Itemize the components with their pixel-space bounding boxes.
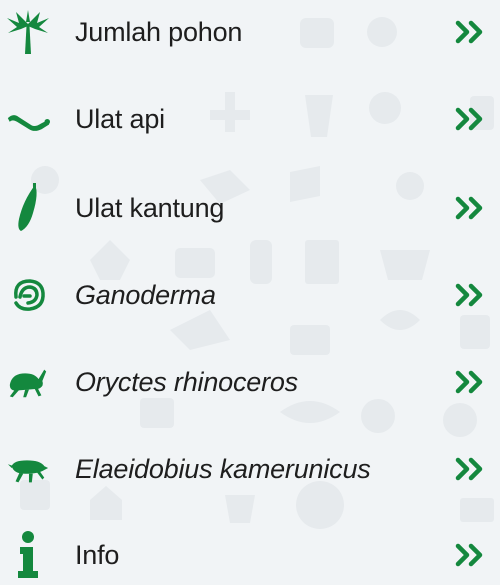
double-chevron-right-icon [454, 368, 486, 396]
weevil-icon [6, 444, 50, 494]
menu-item-label: Ulat kantung [75, 193, 225, 223]
menu-item-oryctes-rhinoceros[interactable]: Oryctes rhinoceros [0, 352, 500, 412]
double-chevron-right-icon [454, 281, 486, 309]
menu-item-label: Ganoderma [75, 280, 216, 310]
info-icon [6, 530, 50, 580]
main-menu: Jumlah pohon Ulat api Ulat kantung Ganod… [0, 0, 500, 578]
menu-item-ganoderma[interactable]: Ganoderma [0, 265, 500, 325]
menu-item-label: Oryctes rhinoceros [75, 367, 298, 397]
rhinoceros-beetle-icon [6, 357, 50, 407]
bagworm-icon [6, 183, 50, 233]
menu-item-label: Info [75, 540, 120, 570]
menu-item-ulat-api[interactable]: Ulat api [0, 89, 500, 149]
fungus-icon [6, 270, 50, 320]
caterpillar-icon [6, 94, 50, 144]
menu-item-label: Ulat api [75, 104, 165, 134]
menu-item-jumlah-pohon[interactable]: Jumlah pohon [0, 2, 500, 62]
menu-item-ulat-kantung[interactable]: Ulat kantung [0, 178, 500, 238]
double-chevron-right-icon [454, 455, 486, 483]
double-chevron-right-icon [454, 194, 486, 222]
palm-tree-icon [6, 7, 50, 57]
menu-item-label: Elaeidobius kamerunicus [75, 454, 371, 484]
double-chevron-right-icon [454, 541, 486, 569]
double-chevron-right-icon [454, 18, 486, 46]
menu-item-label: Jumlah pohon [75, 17, 243, 47]
double-chevron-right-icon [454, 105, 486, 133]
menu-item-info[interactable]: Info [0, 525, 500, 585]
menu-item-elaeidobius-kamerunicus[interactable]: Elaeidobius kamerunicus [0, 439, 500, 499]
